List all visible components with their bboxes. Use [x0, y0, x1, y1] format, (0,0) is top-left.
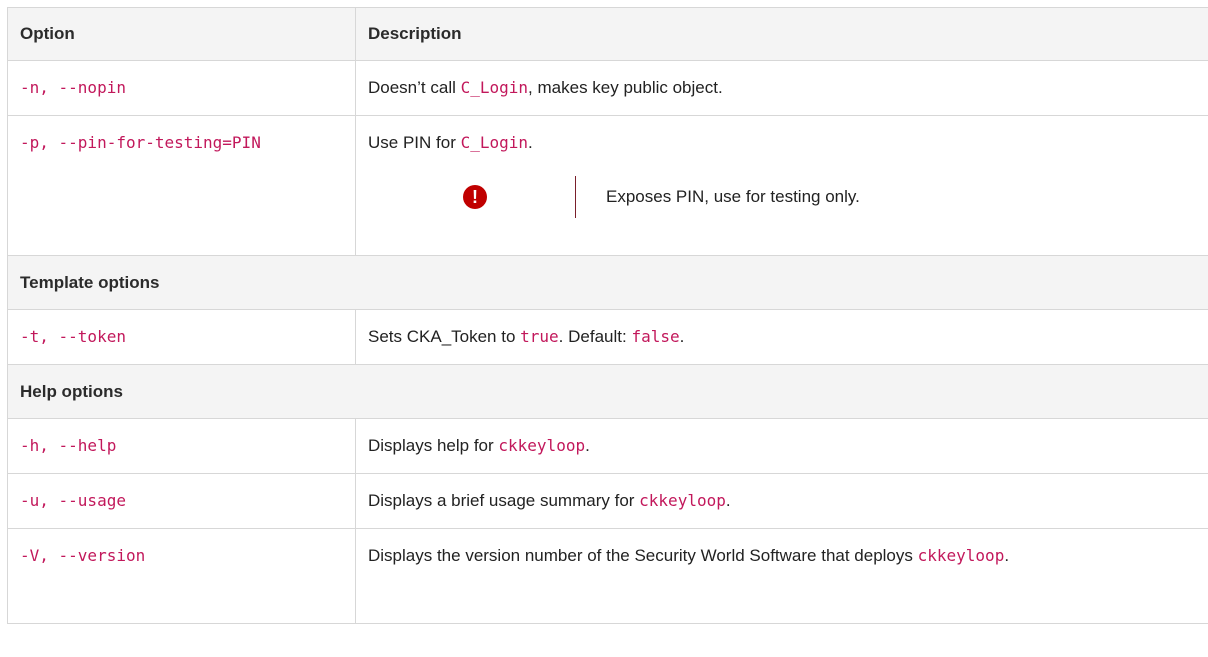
description-cell: Sets CKA_Token to true. Default: false.	[355, 309, 1208, 365]
page: Option Description -n, --nopin Doesn’t c…	[0, 0, 1208, 657]
description-text: Use PIN for	[368, 133, 461, 152]
section-row-help: Help options	[7, 364, 1208, 419]
description-text: .	[679, 327, 685, 346]
option-cell: -n, --nopin	[7, 60, 356, 116]
description-text: .	[528, 133, 533, 152]
section-heading: Help options	[7, 364, 1208, 419]
option-separator: ,	[39, 546, 59, 565]
table-row-version: -V, --version Displays the version numbe…	[7, 528, 1208, 624]
warning-note: ! Exposes PIN, use for testing only.	[368, 176, 1205, 218]
inline-code: ckkeyloop	[639, 491, 726, 510]
description-line: Use PIN for C_Login.	[368, 130, 1205, 156]
option-cell: -h, --help	[7, 418, 356, 474]
description-cell: Displays the version number of the Secur…	[355, 528, 1208, 624]
table-row-nopin: -n, --nopin Doesn’t call C_Login, makes …	[7, 60, 1208, 116]
exclamation-circle-icon: !	[463, 185, 487, 209]
description-text: Displays help for	[368, 436, 499, 455]
option-code: -t, --token	[20, 327, 126, 346]
section-heading: Template options	[7, 255, 1208, 310]
description-text: .	[1004, 546, 1010, 565]
option-cell: -t, --token	[7, 309, 356, 365]
option-separator: ,	[39, 491, 59, 510]
description-text: .	[725, 491, 731, 510]
description-text: Displays a brief usage summary for	[368, 491, 640, 510]
header-option: Option	[7, 7, 356, 61]
option-code: -u	[20, 491, 40, 510]
table-header-row: Option Description	[7, 7, 1208, 61]
option-code: -V	[20, 546, 40, 565]
description-text: , makes key public object.	[528, 78, 723, 97]
table-row-pin: -p, --pin-for-testing=PIN Use PIN for C_…	[7, 115, 1208, 256]
inline-code: ckkeyloop	[498, 436, 586, 455]
note-divider	[575, 176, 576, 218]
table-row-usage: -u, --usage Displays a brief usage summa…	[7, 473, 1208, 529]
option-cell: -p, --pin-for-testing=PIN	[7, 115, 356, 256]
options-table: Option Description -n, --nopin Doesn’t c…	[7, 7, 1208, 624]
description-text: Doesn’t call	[368, 78, 461, 97]
inline-code: C_Login	[460, 133, 529, 152]
description-text: . Default:	[558, 327, 632, 346]
description-text: Sets CKA_Token to	[368, 327, 521, 346]
description-cell: Displays a brief usage summary for ckkey…	[355, 473, 1208, 529]
option-separator: ,	[39, 436, 59, 455]
option-code: --version	[58, 546, 146, 565]
option-code: -h	[20, 436, 40, 455]
option-code: --help	[58, 436, 117, 455]
description-cell: Doesn’t call C_Login, makes key public o…	[355, 60, 1208, 116]
description-cell: Displays help for ckkeyloop.	[355, 418, 1208, 474]
option-cell: -u, --usage	[7, 473, 356, 529]
description-text: .	[585, 436, 590, 455]
description-text: Displays the version number of the Secur…	[368, 546, 918, 565]
inline-code: ckkeyloop	[917, 546, 1005, 565]
option-code: -p, --pin-for-testing=PIN	[20, 133, 261, 152]
section-row-template: Template options	[7, 255, 1208, 310]
header-description: Description	[355, 7, 1208, 61]
option-code: -n, --nopin	[20, 78, 126, 97]
warning-text: Exposes PIN, use for testing only.	[606, 187, 860, 206]
option-code: --usage	[58, 491, 126, 510]
option-cell: -V, --version	[7, 528, 356, 624]
description-cell: Use PIN for C_Login. ! Exposes PIN, use …	[355, 115, 1208, 256]
inline-code: true	[520, 327, 559, 346]
table-row-help: -h, --help Displays help for ckkeyloop.	[7, 418, 1208, 474]
inline-code: false	[631, 327, 680, 346]
table-row-token: -t, --token Sets CKA_Token to true. Defa…	[7, 309, 1208, 365]
inline-code: C_Login	[460, 78, 529, 97]
